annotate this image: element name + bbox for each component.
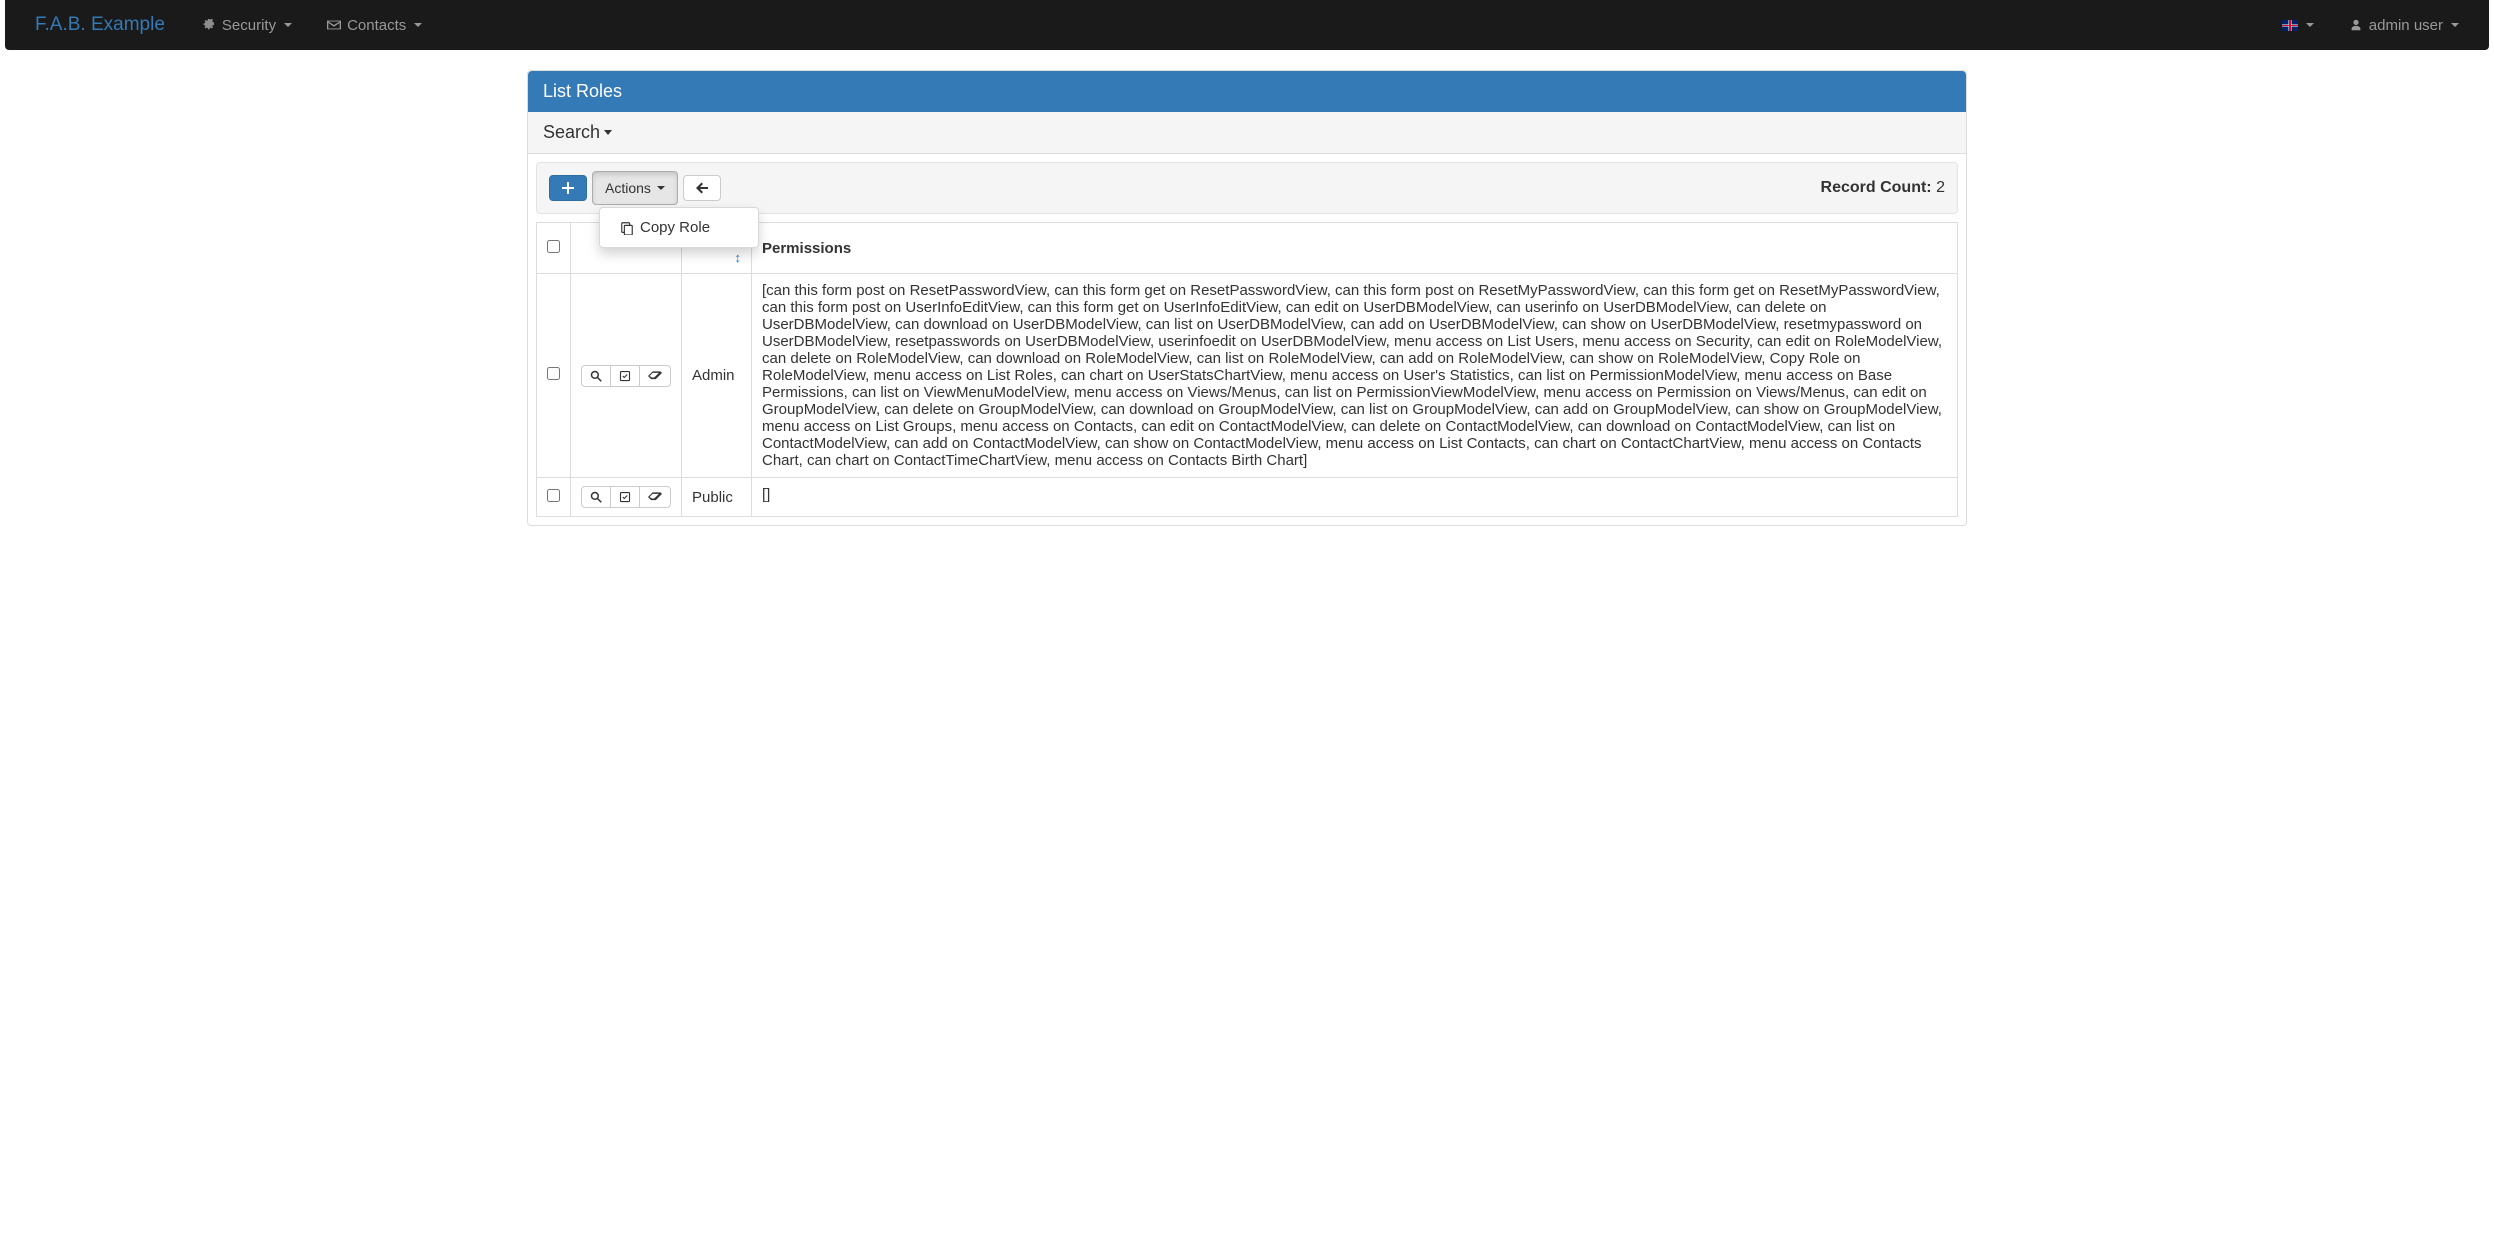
show-button[interactable] [581, 365, 611, 387]
navbar-right: admin user [2267, 2, 2474, 49]
envelope-icon [327, 18, 341, 32]
copy-role-label: Copy Role [640, 219, 710, 236]
actions-dropdown-button[interactable]: Actions [592, 171, 678, 205]
actions-dropdown-menu: Copy Role [599, 207, 759, 248]
search-icon [590, 491, 602, 503]
caret-icon [2306, 23, 2314, 27]
nav-user-label: admin user [2369, 17, 2443, 34]
eraser-icon [648, 491, 662, 503]
record-count-value: 2 [1936, 179, 1945, 196]
record-count: Record Count: 2 [1821, 179, 1945, 197]
brand-link[interactable]: F.A.B. Example [20, 0, 180, 51]
flag-uk-icon [2282, 20, 2298, 31]
nav-security-label: Security [222, 17, 276, 34]
eraser-icon [648, 370, 662, 382]
toolbar-wrap: Actions Copy Role Record Co [528, 154, 1966, 222]
row-checkbox[interactable] [547, 367, 560, 380]
nav-contacts[interactable]: Contacts [312, 2, 437, 49]
edit-icon [619, 370, 631, 382]
row-name: Public [682, 478, 752, 517]
caret-icon [604, 130, 612, 135]
header-permissions: Permissions [752, 223, 1958, 274]
navbar-left: F.A.B. Example Security Contacts [20, 0, 437, 51]
main-container: List Roles Search Actions [512, 70, 1982, 526]
sort-icon: ↕ [692, 250, 741, 265]
user-icon [2349, 18, 2363, 32]
toolbar-left: Actions Copy Role [549, 171, 721, 205]
delete-button[interactable] [639, 365, 671, 387]
copy-role-item[interactable]: Copy Role [600, 213, 758, 242]
panel-title: List Roles [528, 71, 1966, 112]
panel: List Roles Search Actions [527, 70, 1967, 526]
show-button[interactable] [581, 486, 611, 508]
caret-icon [284, 23, 292, 27]
row-actions [581, 486, 671, 508]
table-row: Public [] [537, 478, 1958, 517]
row-permissions: [] [752, 478, 1958, 517]
row-name: Admin [682, 274, 752, 478]
caret-icon [657, 186, 665, 190]
search-icon [590, 370, 602, 382]
nav-security[interactable]: Security [185, 2, 307, 49]
actions-label: Actions [605, 178, 651, 198]
edit-icon [619, 491, 631, 503]
edit-button[interactable] [610, 486, 640, 508]
table-row: Admin [can this form post on ResetPasswo… [537, 274, 1958, 478]
nav-contacts-label: Contacts [347, 17, 406, 34]
record-count-label: Record Count: [1821, 179, 1932, 196]
edit-button[interactable] [610, 365, 640, 387]
copy-icon [620, 221, 634, 235]
nav-user[interactable]: admin user [2334, 2, 2474, 49]
add-button[interactable] [549, 175, 587, 201]
navbar: F.A.B. Example Security Contacts admin u… [5, 0, 2489, 50]
row-actions [581, 365, 671, 387]
arrow-left-icon [696, 182, 708, 194]
row-permissions: [can this form post on ResetPasswordView… [752, 274, 1958, 478]
roles-table: Name ↕ Permissions [536, 222, 1958, 517]
search-label: Search [543, 122, 600, 143]
table-wrap: Name ↕ Permissions [528, 222, 1966, 525]
nav-language[interactable] [2267, 5, 2329, 46]
plus-icon [562, 182, 574, 194]
search-toggle[interactable]: Search [528, 112, 1966, 154]
delete-button[interactable] [639, 486, 671, 508]
cogs-icon [200, 18, 216, 32]
header-checkbox [537, 223, 571, 274]
caret-icon [2451, 23, 2459, 27]
row-checkbox[interactable] [547, 489, 560, 502]
back-button[interactable] [683, 175, 721, 201]
toolbar: Actions Copy Role Record Co [536, 162, 1958, 214]
select-all-checkbox[interactable] [547, 240, 560, 253]
caret-icon [414, 23, 422, 27]
